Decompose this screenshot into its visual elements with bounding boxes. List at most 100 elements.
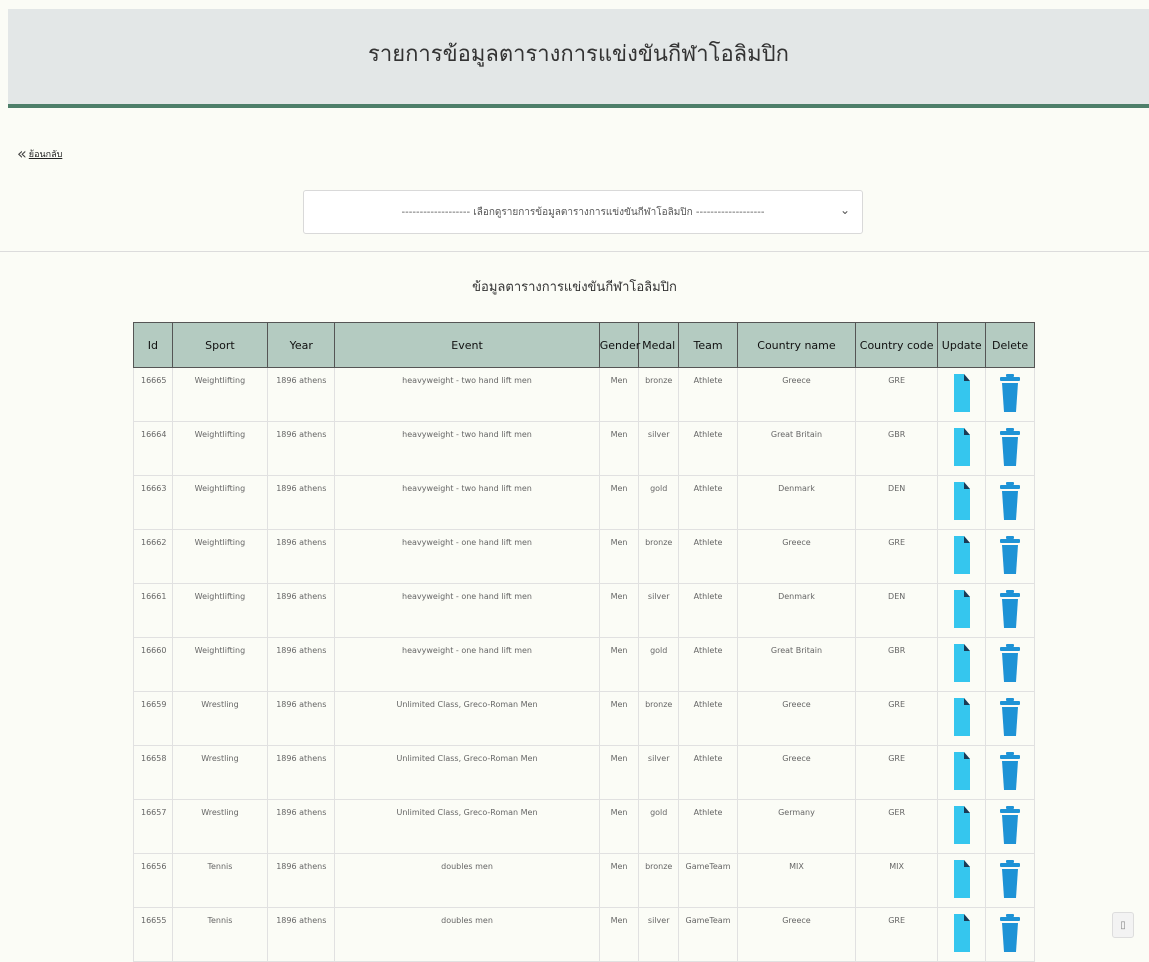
delete-cell bbox=[985, 691, 1035, 746]
table-header-row: Id Sport Year Event Gender Medal Team Co… bbox=[133, 322, 1035, 368]
cell-year: 1896 athens bbox=[267, 853, 336, 908]
trash-icon[interactable] bbox=[1000, 752, 1021, 792]
category-select-value: ------------------- เลือกดูรายการข้อมูลต… bbox=[401, 206, 765, 218]
cell-year: 1896 athens bbox=[267, 691, 336, 746]
divider bbox=[0, 251, 1149, 252]
document-icon[interactable] bbox=[953, 860, 970, 900]
trash-icon[interactable] bbox=[1000, 536, 1021, 576]
cell-gender: Men bbox=[598, 799, 640, 854]
cell-team: Athlete bbox=[678, 637, 738, 692]
cell-country-name: Greece bbox=[737, 529, 856, 584]
trash-icon[interactable] bbox=[1000, 806, 1021, 846]
cell-team: Athlete bbox=[678, 799, 738, 854]
trash-icon[interactable] bbox=[1000, 590, 1021, 630]
cell-id: 16655 bbox=[133, 907, 173, 962]
cell-team: GameTeam bbox=[678, 907, 738, 962]
cell-team: Athlete bbox=[678, 529, 738, 584]
document-icon[interactable] bbox=[953, 536, 970, 576]
cell-gender: Men bbox=[598, 691, 640, 746]
cell-team: Athlete bbox=[678, 745, 738, 800]
cell-id: 16660 bbox=[133, 637, 173, 692]
cell-event: doubles men bbox=[334, 907, 600, 962]
back-link[interactable]: « ย้อนกลับ bbox=[17, 146, 62, 162]
update-cell bbox=[937, 853, 987, 908]
delete-cell bbox=[985, 367, 1035, 422]
cell-id: 16662 bbox=[133, 529, 173, 584]
cell-id: 16657 bbox=[133, 799, 173, 854]
cell-id: 16663 bbox=[133, 475, 173, 530]
cell-country-code: DEN bbox=[854, 583, 939, 638]
cell-gender: Men bbox=[598, 583, 640, 638]
table-row: 16661 Weightlifting 1896 athens heavyweight… bbox=[133, 583, 1035, 638]
cell-event: heavyweight - two hand lift men bbox=[334, 367, 600, 422]
category-select[interactable]: ------------------- เลือกดูรายการข้อมูลต… bbox=[303, 190, 863, 234]
trash-icon[interactable] bbox=[1000, 374, 1021, 414]
cell-medal: bronze bbox=[638, 853, 680, 908]
cell-medal: silver bbox=[638, 421, 680, 476]
cell-medal: gold bbox=[638, 637, 680, 692]
cell-year: 1896 athens bbox=[267, 475, 336, 530]
page-title: รายการข้อมูลตารางการแข่งขันกีฬาโอลิมปิก bbox=[368, 42, 789, 67]
cell-country-code: GRE bbox=[854, 367, 939, 422]
document-icon[interactable] bbox=[953, 428, 970, 468]
delete-cell bbox=[985, 853, 1035, 908]
trash-icon[interactable] bbox=[1000, 860, 1021, 900]
document-icon[interactable] bbox=[953, 806, 970, 846]
cell-sport: Tennis bbox=[171, 907, 269, 962]
cell-sport: Weightlifting bbox=[171, 421, 269, 476]
update-cell bbox=[937, 583, 987, 638]
page-header: รายการข้อมูลตารางการแข่งขันกีฬาโอลิมปิก bbox=[8, 9, 1149, 108]
cell-country-code: GBR bbox=[854, 421, 939, 476]
trash-icon[interactable] bbox=[1000, 482, 1021, 522]
scroll-to-top-button[interactable]: ▯ bbox=[1112, 912, 1134, 938]
olympic-results-table: Id Sport Year Event Gender Medal Team Co… bbox=[133, 322, 1035, 962]
document-icon[interactable] bbox=[953, 482, 970, 522]
column-header-medal: Medal bbox=[638, 322, 680, 368]
document-icon[interactable] bbox=[953, 752, 970, 792]
cell-year: 1896 athens bbox=[267, 745, 336, 800]
cell-medal: gold bbox=[638, 475, 680, 530]
cell-medal: bronze bbox=[638, 529, 680, 584]
column-header-gender: Gender bbox=[598, 322, 640, 368]
cell-year: 1896 athens bbox=[267, 799, 336, 854]
trash-icon[interactable] bbox=[1000, 644, 1021, 684]
table-row: 16657 Wrestling 1896 athens Unlimited Class… bbox=[133, 799, 1035, 854]
cell-country-name: Germany bbox=[737, 799, 856, 854]
trash-icon[interactable] bbox=[1000, 428, 1021, 468]
cell-year: 1896 athens bbox=[267, 421, 336, 476]
document-icon[interactable] bbox=[953, 644, 970, 684]
document-icon[interactable] bbox=[953, 590, 970, 630]
cell-team: Athlete bbox=[678, 421, 738, 476]
trash-icon[interactable] bbox=[1000, 914, 1021, 954]
cell-country-code: GBR bbox=[854, 637, 939, 692]
cell-team: Athlete bbox=[678, 583, 738, 638]
cell-id: 16665 bbox=[133, 367, 173, 422]
cell-country-code: DEN bbox=[854, 475, 939, 530]
document-icon[interactable] bbox=[953, 374, 970, 414]
trash-icon[interactable] bbox=[1000, 698, 1021, 738]
update-cell bbox=[937, 691, 987, 746]
column-header-delete: Delete bbox=[985, 322, 1035, 368]
cell-country-code: MIX bbox=[854, 853, 939, 908]
document-icon[interactable] bbox=[953, 914, 970, 954]
cell-sport: Weightlifting bbox=[171, 583, 269, 638]
cell-event: doubles men bbox=[334, 853, 600, 908]
cell-medal: silver bbox=[638, 745, 680, 800]
table-row: 16663 Weightlifting 1896 athens heavyweight… bbox=[133, 475, 1035, 530]
table-row: 16659 Wrestling 1896 athens Unlimited Class… bbox=[133, 691, 1035, 746]
column-header-team: Team bbox=[678, 322, 738, 368]
column-header-country-name: Country name bbox=[737, 322, 856, 368]
delete-cell bbox=[985, 475, 1035, 530]
cell-event: heavyweight - one hand lift men bbox=[334, 637, 600, 692]
cell-medal: gold bbox=[638, 799, 680, 854]
cell-event: Unlimited Class, Greco-Roman Men bbox=[334, 691, 600, 746]
chevron-down-icon: ⌄ bbox=[839, 203, 850, 217]
cell-country-name: MIX bbox=[737, 853, 856, 908]
cell-event: heavyweight - one hand lift men bbox=[334, 529, 600, 584]
update-cell bbox=[937, 637, 987, 692]
cell-event: heavyweight - two hand lift men bbox=[334, 421, 600, 476]
cell-team: Athlete bbox=[678, 691, 738, 746]
cell-gender: Men bbox=[598, 745, 640, 800]
update-cell bbox=[937, 799, 987, 854]
document-icon[interactable] bbox=[953, 698, 970, 738]
